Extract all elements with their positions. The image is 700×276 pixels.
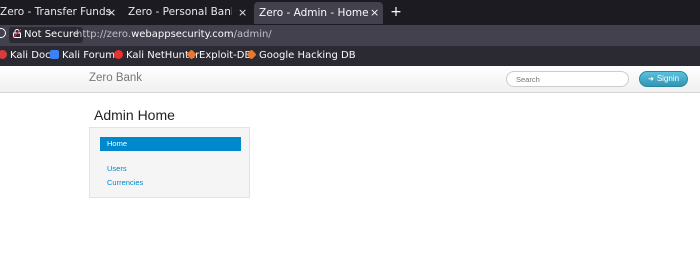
kali-forums-icon [50,50,59,59]
tab-personal-banking[interactable]: Zero - Personal Banking - Lo × [128,2,253,23]
url-scheme: http://zero. [76,29,132,40]
url-field[interactable]: http://zero.webappsecurity.com/admin/ [76,27,272,43]
nav-item-home[interactable]: Home [100,137,241,151]
browser-navigation-bar: Not Secure http://zero.webappsecurity.co… [0,25,700,46]
security-label: Not Secure [24,29,80,40]
bookmark-exploit-db[interactable]: Exploit-DB [186,46,252,66]
tab-label: Zero - Personal Banking - Lo [128,6,232,18]
exploit-db-icon [186,49,197,60]
reload-icon[interactable] [0,28,6,38]
bookmark-label: Google Hacking DB [259,50,356,61]
admin-side-nav: Home Users Currencies [89,127,250,198]
signin-button[interactable]: ➜ Signin [639,71,688,87]
signin-label: Signin [656,74,680,83]
bookmark-label: Exploit-DB [199,50,252,61]
tab-transfer-funds[interactable]: Zero - Transfer Funds × [0,2,120,23]
bookmark-label: Kali Forums [62,50,121,61]
close-icon[interactable]: × [107,2,116,23]
bookmark-label: Kali Docs [10,50,56,61]
kali-nethunter-icon [114,50,123,59]
tab-label: Zero - Admin - Home [259,7,369,19]
nav-item-currencies[interactable]: Currencies [107,178,143,187]
search-input[interactable] [506,71,629,87]
google-hacking-db-icon [246,49,257,60]
bookmarks-toolbar: Kali Docs Kali Forums Kali NetHunter Exp… [0,46,700,66]
url-host: webappsecurity.com [131,29,234,40]
url-path: /admin/ [233,29,272,40]
bookmark-google-hacking-db[interactable]: Google Hacking DB [246,46,356,66]
signin-icon: ➜ [647,76,654,83]
page-title: Admin Home [94,107,175,123]
close-icon[interactable]: × [370,2,379,24]
close-icon[interactable]: × [238,2,247,23]
bookmark-kali-forums[interactable]: Kali Forums [50,46,120,66]
browser-tab-strip: Zero - Transfer Funds × Zero - Personal … [0,0,700,25]
nav-item-users[interactable]: Users [107,164,127,173]
security-indicator[interactable]: Not Secure [9,27,84,43]
tab-label: Zero - Transfer Funds [0,6,112,18]
kali-docs-icon [0,50,7,59]
brand-link[interactable]: Zero Bank [89,72,142,84]
lock-icon [13,29,21,38]
tab-admin-home[interactable]: Zero - Admin - Home × [254,2,383,24]
bookmark-kali-docs[interactable]: Kali Docs [0,46,56,66]
site-navbar: Zero Bank ➜Signin [0,66,700,93]
new-tab-button[interactable]: + [389,2,403,23]
